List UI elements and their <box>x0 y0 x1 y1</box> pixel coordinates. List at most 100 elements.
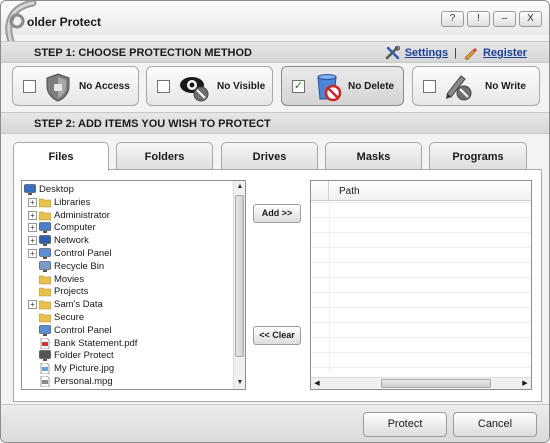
path-list-hscrollbar[interactable]: ◀ ▶ <box>311 377 531 389</box>
user-folder-icon <box>39 211 51 220</box>
method-no-visible[interactable]: No Visible <box>146 66 273 106</box>
minimize-button[interactable]: – <box>493 11 516 27</box>
grid-line <box>311 337 531 338</box>
tree-item[interactable]: + Control Panel <box>28 247 112 260</box>
protected-path-list[interactable]: Path ◀ ▶ <box>310 180 532 390</box>
grid-line <box>311 232 531 233</box>
expand-toggle-icon[interactable]: + <box>28 223 37 233</box>
checkbox-no-write[interactable] <box>423 80 436 93</box>
title-bar: older Protect ? ! – X <box>1 1 549 61</box>
file-tree[interactable]: Desktop + Libraries + Administrator + Computer… <box>21 180 246 390</box>
path-column-header[interactable]: Path <box>339 186 360 197</box>
tree-item[interactable]: + Sam's Data <box>28 298 103 311</box>
method-no-access[interactable]: No Access <box>12 66 139 106</box>
folder-icon <box>39 300 51 310</box>
header-spacer <box>311 181 329 201</box>
tree-item-label: Projects <box>54 286 89 298</box>
info-button[interactable]: ! <box>467 11 490 27</box>
tree-item[interactable]: + Network <box>28 234 89 247</box>
checkbox-no-access[interactable] <box>23 80 36 93</box>
method-label-no-write: No Write <box>485 81 526 92</box>
checkbox-no-visible[interactable] <box>157 80 170 93</box>
tree-item[interactable]: + Administrator <box>28 209 110 222</box>
tree-item[interactable]: Recycle Bin <box>28 260 104 273</box>
path-list-grid <box>311 202 531 372</box>
tree-item-label: Movies <box>54 273 85 285</box>
tree-item-label: Control Panel <box>54 324 112 336</box>
tab-files[interactable]: Files <box>13 142 109 171</box>
tree-item[interactable]: Control Panel <box>28 324 112 337</box>
tree-item-label: Administrator <box>54 209 110 221</box>
tab-folders[interactable]: Folders <box>116 142 213 170</box>
pdf-file-icon <box>40 337 50 349</box>
tree-scroll-thumb[interactable] <box>235 195 244 357</box>
no-write-pen-icon <box>446 75 472 101</box>
expand-toggle-icon[interactable]: + <box>28 210 37 220</box>
step1-bar: STEP 1: CHOOSE PROTECTION METHOD Setting… <box>1 41 549 63</box>
grid-line <box>311 367 531 368</box>
tab-programs[interactable]: Programs <box>429 142 527 170</box>
expand-toggle-icon[interactable]: + <box>28 197 37 207</box>
tree-item[interactable]: Personal.mpg <box>28 375 113 388</box>
tree-item-label: Personal.mpg <box>54 376 113 387</box>
tree-item-label: Desktop <box>39 184 74 195</box>
cancel-button[interactable]: Cancel <box>453 412 537 437</box>
protect-button[interactable]: Protect <box>363 412 447 437</box>
tree-item-label: Libraries <box>54 196 91 208</box>
method-no-delete[interactable]: ✓ No Delete <box>281 66 404 106</box>
grid-line <box>311 322 531 323</box>
scroll-right-arrow-icon[interactable]: ▶ <box>519 378 531 389</box>
window-title: older Protect <box>27 15 102 29</box>
link-separator: | <box>454 47 457 59</box>
tree-item[interactable]: + Computer <box>28 221 96 234</box>
close-button[interactable]: X <box>519 11 542 27</box>
method-no-write[interactable]: No Write <box>412 66 540 106</box>
grid-line <box>311 307 531 308</box>
header-links: Settings | Register <box>385 46 527 60</box>
tree-item-label: Network <box>54 235 89 247</box>
clear-button[interactable]: << Clear <box>253 326 301 345</box>
method-label-no-delete: No Delete <box>348 81 395 92</box>
tree-item[interactable]: Projects <box>28 285 88 298</box>
settings-tools-icon <box>385 46 400 60</box>
step2-label: STEP 2: ADD ITEMS YOU WISH TO PROTECT <box>34 118 271 130</box>
control-panel-icon <box>39 248 51 259</box>
scroll-down-arrow-icon[interactable]: ▼ <box>234 377 245 389</box>
tree-item[interactable]: Movies <box>28 273 84 286</box>
add-button[interactable]: Add >> <box>253 204 301 223</box>
folder-icon <box>39 275 51 284</box>
tab-drives[interactable]: Drives <box>221 142 318 170</box>
expand-toggle-icon[interactable]: + <box>28 249 37 258</box>
tree-item[interactable]: Desktop <box>24 183 74 196</box>
settings-link[interactable]: Settings <box>405 47 448 59</box>
tab-masks[interactable]: Masks <box>325 142 422 170</box>
scroll-left-arrow-icon[interactable]: ◀ <box>311 378 323 389</box>
desktop-icon <box>24 184 36 195</box>
tree-scrollbar[interactable]: ▲ ▼ <box>233 181 245 389</box>
eye-mask-icon <box>180 77 209 102</box>
expand-toggle-icon[interactable]: + <box>28 300 37 310</box>
checkbox-no-delete[interactable]: ✓ <box>292 80 305 93</box>
tree-item-label: Sam's Data <box>54 299 103 311</box>
protection-method-row: No Access No Visible ✓ No Delete No Writ… <box>12 66 542 108</box>
method-label-no-access: No Access <box>79 81 130 92</box>
folder-icon <box>39 288 51 297</box>
tree-item[interactable]: + Libraries <box>28 196 90 209</box>
grid-line <box>311 217 531 218</box>
item-type-tabs: Files Folders Drives Masks Programs <box>13 142 543 171</box>
tree-item[interactable]: Folder Protect <box>28 349 114 362</box>
grid-line <box>311 262 531 263</box>
tree-item-label: Folder Protect <box>54 350 114 362</box>
expand-toggle-icon[interactable]: + <box>28 236 37 246</box>
help-button[interactable]: ? <box>441 11 464 27</box>
scroll-up-arrow-icon[interactable]: ▲ <box>234 181 245 193</box>
register-link[interactable]: Register <box>483 47 527 59</box>
step2-bar: STEP 2: ADD ITEMS YOU WISH TO PROTECT <box>1 112 549 134</box>
window-controls: ? ! – X <box>441 11 542 27</box>
network-icon <box>39 235 51 247</box>
tree-item-label: Control Panel <box>54 248 112 259</box>
path-list-scroll-thumb[interactable] <box>381 379 491 388</box>
tree-item[interactable]: Secure <box>28 311 84 324</box>
tree-item[interactable]: Bank Statement.pdf <box>28 337 137 350</box>
tree-item[interactable]: My Picture.jpg <box>28 362 114 375</box>
